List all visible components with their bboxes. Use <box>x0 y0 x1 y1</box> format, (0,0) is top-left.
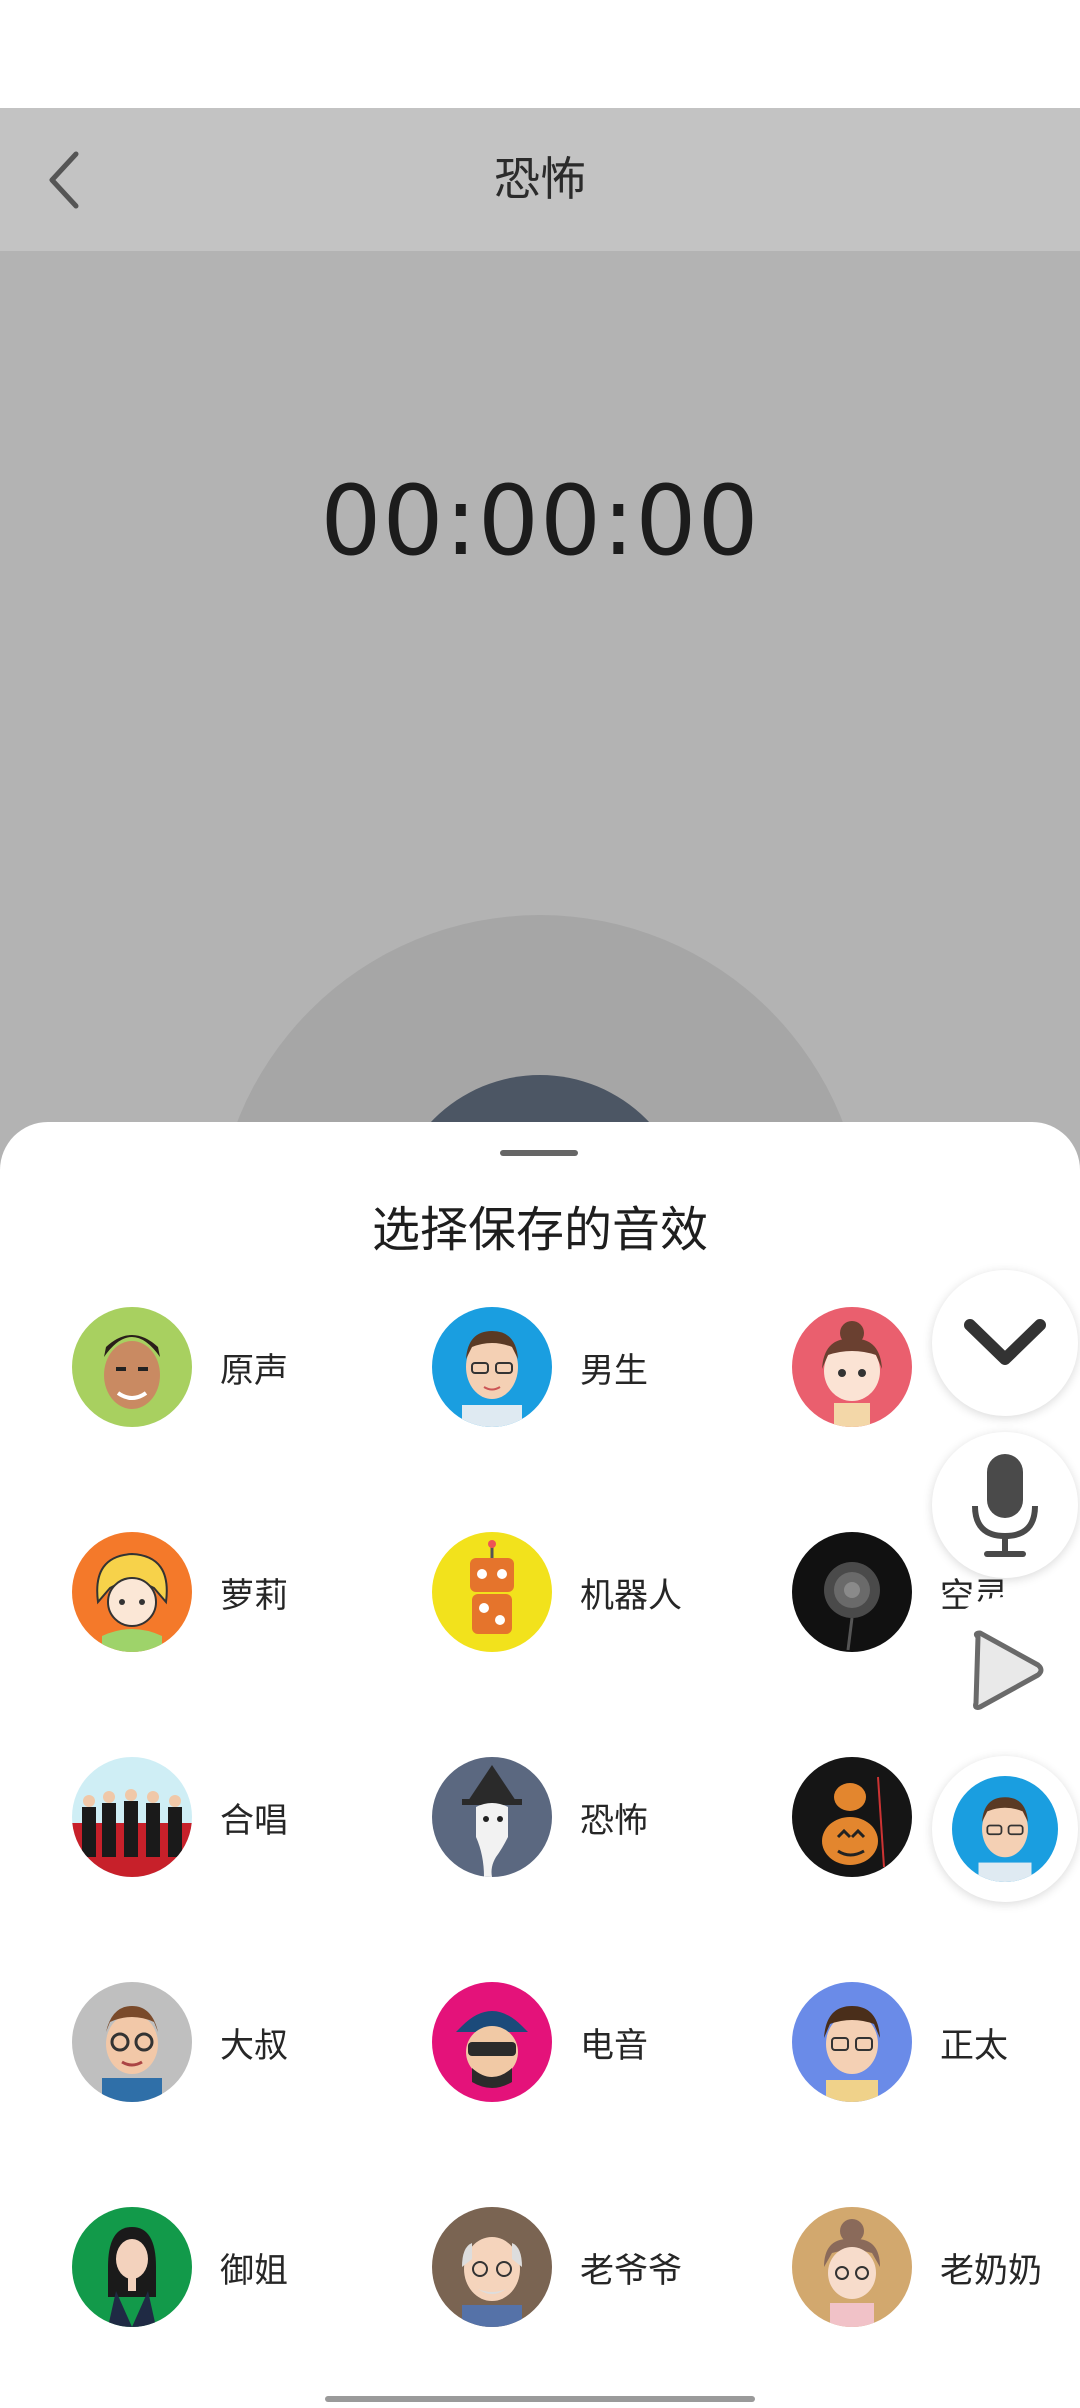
effect-label: 正太 <box>940 2025 1008 2066</box>
effect-label: 电音 <box>580 2025 648 2066</box>
avatar-horror-icon <box>432 1757 552 1877</box>
avatar-male-icon <box>952 1776 1058 1882</box>
avatar-girl-icon <box>792 1307 912 1427</box>
effect-label: 大叔 <box>220 2025 288 2066</box>
avatar-pumpkin-icon <box>792 1757 912 1877</box>
effect-item-boy[interactable]: 正太 <box>792 1980 1008 2104</box>
chevron-down-icon <box>964 1319 1046 1365</box>
effect-item-lady[interactable]: 御姐 <box>72 2205 288 2329</box>
effect-label: 老奶奶 <box>940 2250 1042 2291</box>
status-bar <box>0 0 1080 108</box>
effect-item-robot[interactable]: 机器人 <box>432 1530 682 1654</box>
microphone-icon <box>972 1454 1038 1557</box>
avatar-male-icon <box>432 1307 552 1427</box>
effect-item-grandpa[interactable]: 老爷爷 <box>432 2205 682 2329</box>
avatar-grandpa-icon <box>432 2207 552 2327</box>
effect-item-male[interactable]: 男生 <box>432 1305 648 1429</box>
avatar-original-icon <box>72 1307 192 1427</box>
selected-avatar-button[interactable] <box>932 1756 1078 1902</box>
home-indicator <box>325 2396 755 2402</box>
effect-label: 恐怖 <box>580 1800 648 1841</box>
sheet-drag-handle[interactable] <box>500 1150 578 1156</box>
effect-item-original[interactable]: 原声 <box>72 1305 288 1429</box>
play-button[interactable] <box>932 1597 1078 1743</box>
effect-item-girl[interactable] <box>792 1305 940 1429</box>
avatar-loli-icon <box>72 1532 192 1652</box>
avatar-robot-icon <box>432 1532 552 1652</box>
effect-item-chorus[interactable]: 合唱 <box>72 1755 288 1879</box>
effect-item-grandma[interactable]: 老奶奶 <box>792 2205 1042 2329</box>
avatar-electronic-icon <box>432 1982 552 2102</box>
effect-label: 老爷爷 <box>580 2250 682 2291</box>
effect-label: 萝莉 <box>220 1575 288 1616</box>
effect-label: 御姐 <box>220 2250 288 2291</box>
avatar-boy-icon <box>792 1982 912 2102</box>
effect-item-uncle[interactable]: 大叔 <box>72 1980 288 2104</box>
effect-item-electronic[interactable]: 电音 <box>432 1980 648 2104</box>
avatar-lady-icon <box>72 2207 192 2327</box>
play-icon <box>973 1630 1044 1710</box>
avatar-uncle-icon <box>72 1982 192 2102</box>
avatar-grandma-icon <box>792 2207 912 2327</box>
avatar-ethereal-icon <box>792 1532 912 1652</box>
effect-label: 合唱 <box>220 1800 288 1841</box>
recording-timer: 00:00:00 <box>320 465 760 577</box>
collapse-button[interactable] <box>932 1270 1078 1416</box>
effect-label: 原声 <box>220 1350 288 1391</box>
effect-item-loli[interactable]: 萝莉 <box>72 1530 288 1654</box>
effect-label: 机器人 <box>580 1575 682 1616</box>
mic-button[interactable] <box>932 1432 1078 1578</box>
sheet-title: 选择保存的音效 <box>371 1202 708 1258</box>
page-title: 恐怖 <box>494 152 586 206</box>
avatar-chorus-icon <box>72 1757 192 1877</box>
effect-item-pumpkin[interactable] <box>792 1755 940 1879</box>
effect-item-horror[interactable]: 恐怖 <box>432 1755 648 1879</box>
effect-label: 男生 <box>580 1350 648 1391</box>
